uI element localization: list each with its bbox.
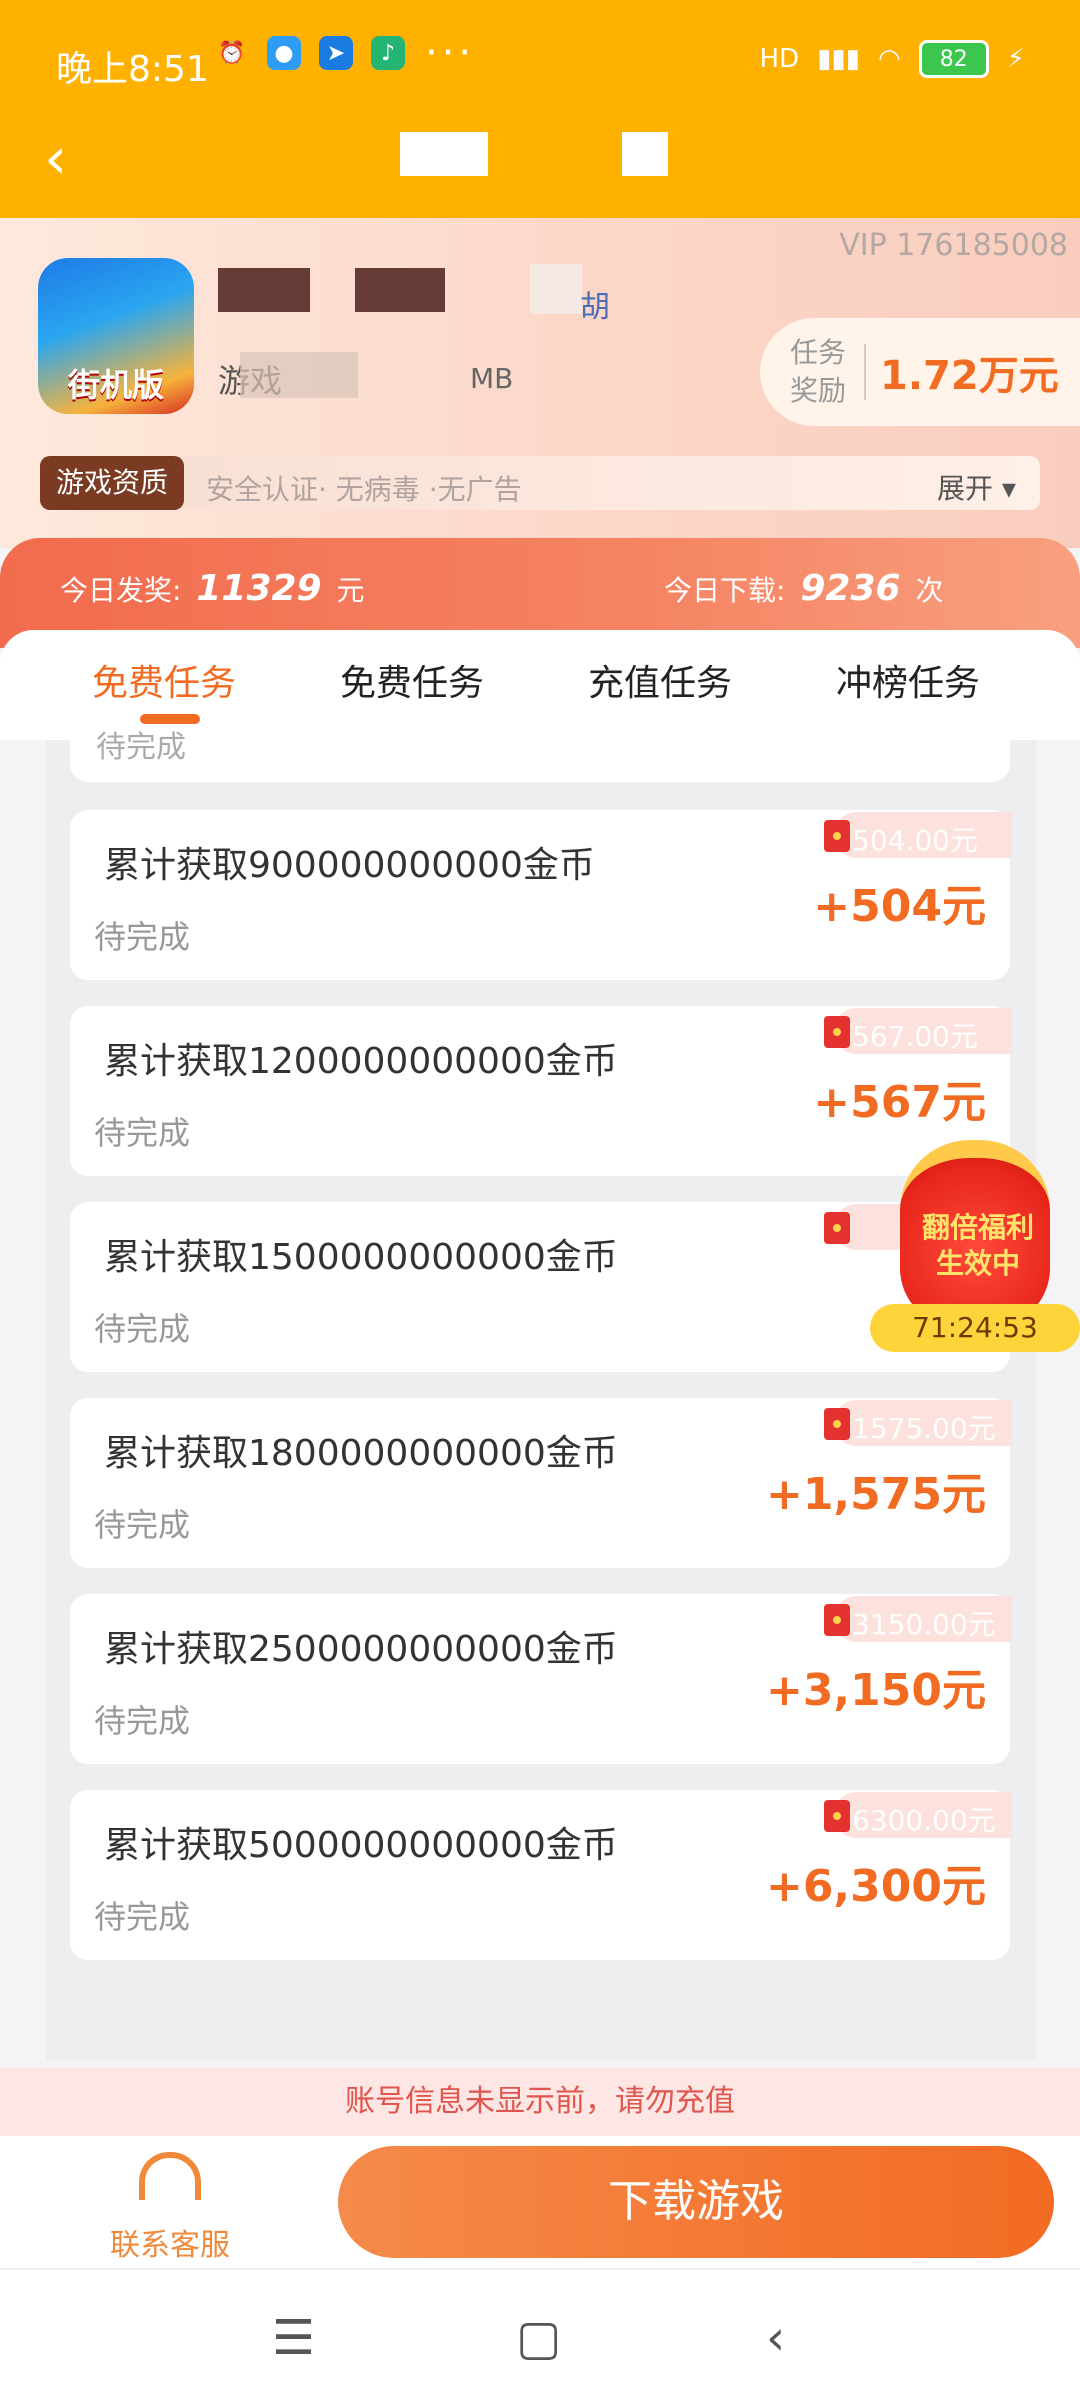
reward-pill: 6300.00元 xyxy=(824,1792,1012,1838)
reward-pill: 1575.00元 xyxy=(824,1400,1012,1446)
task-reward-box: 任务 奖励 1.72万元 xyxy=(760,318,1080,426)
task-title: 累计获取1800000000000金币 xyxy=(104,1433,618,1474)
task-card[interactable]: 累计获取1200000000000金币 待完成 567.00元 +567元 xyxy=(70,1006,1012,1176)
task-status: 待完成 xyxy=(94,1702,191,1740)
task-reward-amount: +1,575元 xyxy=(765,1469,986,1520)
tab-ranking-tasks[interactable]: 冲榜任务 xyxy=(836,654,980,706)
award-label: 今日发奖: xyxy=(60,574,182,607)
notification-app-icon: ♪ xyxy=(371,36,405,70)
task-card[interactable]: 累计获取1500000000000金币 待完成 +7 xyxy=(70,1202,1012,1372)
task-reward-amount: +3,150元 xyxy=(765,1665,986,1716)
award-unit: 元 xyxy=(336,574,365,607)
task-reward-amount: +6,300元 xyxy=(765,1861,986,1912)
expand-button[interactable]: 展开 ▾ xyxy=(937,467,1016,507)
back-icon[interactable]: ‹ xyxy=(766,2310,785,2366)
charging-icon: ⚡ xyxy=(1006,44,1025,74)
game-icon: 街机版 xyxy=(38,258,194,414)
download-unit: 次 xyxy=(915,574,944,607)
game-name-tail: 胡 xyxy=(580,290,610,325)
red-envelope-icon xyxy=(824,820,850,852)
task-card[interactable]: 累计获取5000000000000金币 待完成 6300.00元 +6,300元 xyxy=(70,1790,1012,1960)
reward-divider xyxy=(864,344,866,400)
download-game-button[interactable]: 下载游戏 xyxy=(338,2146,1054,2258)
game-size-unit: MB xyxy=(470,362,514,395)
task-status: 待完成 xyxy=(94,1506,191,1544)
redacted-subtitle xyxy=(240,352,358,398)
more-notifications-icon: ··· xyxy=(425,30,476,76)
status-right: HD ▮▮▮ ◠ 82 ⚡ xyxy=(760,40,1025,78)
task-title: 累计获取1200000000000金币 xyxy=(104,1041,618,1082)
badge-text: 翻倍福利 生效中 xyxy=(921,1211,1034,1280)
vip-id: VIP 176185008 xyxy=(839,228,1068,263)
reward-pill: 567.00元 xyxy=(824,1008,1012,1054)
back-arrow-icon[interactable]: ‹ xyxy=(44,128,92,188)
task-status: 待完成 xyxy=(94,1114,191,1152)
red-envelope-icon xyxy=(824,1016,850,1048)
customer-service-label: 联系客服 xyxy=(110,2228,230,2263)
reward-pill-value: 567.00元 xyxy=(852,1020,978,1053)
menu-icon[interactable]: ☰ xyxy=(272,2310,315,2366)
status-app-icons: ⏰ ● ➤ ♪ xyxy=(215,36,405,70)
qualification-text: 安全认证· 无病毒 ·无广告 xyxy=(206,473,522,506)
red-envelope-icon xyxy=(824,1800,850,1832)
reward-amount: 1.72万元 xyxy=(880,353,1059,399)
download-value: 9236 xyxy=(800,568,901,609)
task-title: 累计获取5000000000000金币 xyxy=(104,1825,618,1866)
task-card[interactable]: 累计获取2500000000000金币 待完成 3150.00元 +3,150元 xyxy=(70,1594,1012,1764)
signal-icon: ▮▮▮ xyxy=(817,44,861,74)
reward-pill-value: 6300.00元 xyxy=(852,1804,996,1837)
chat-app-icon: ● xyxy=(267,36,301,70)
task-reward-amount: +504元 xyxy=(813,881,986,932)
network-label: HD xyxy=(759,44,800,74)
home-square-icon[interactable]: ▢ xyxy=(516,2310,561,2366)
reward-pill: 3150.00元 xyxy=(824,1596,1012,1642)
customer-service-button[interactable]: 联系客服 xyxy=(80,2152,260,2264)
task-status: 待完成 xyxy=(94,918,191,956)
badge-timer: 71:24:53 xyxy=(870,1304,1080,1352)
redacted-name xyxy=(355,268,445,312)
task-reward-amount: +567元 xyxy=(813,1077,986,1128)
send-app-icon: ➤ xyxy=(319,36,353,70)
reward-label: 任务 奖励 xyxy=(790,336,847,407)
redacted-name xyxy=(530,264,582,314)
title-redacted-block xyxy=(400,132,488,176)
alarm-icon: ⏰ xyxy=(218,40,246,66)
system-nav-bar: ☰ ▢ ‹ xyxy=(0,2270,1080,2400)
tab-free-tasks-2[interactable]: 免费任务 xyxy=(340,654,484,706)
qualification-bar[interactable]: 游戏资质 安全认证· 无病毒 ·无广告 展开 ▾ xyxy=(40,456,1040,510)
reward-pill-value: 1575.00元 xyxy=(852,1412,996,1445)
task-card[interactable]: 累计获取1800000000000金币 待完成 1575.00元 +1,575元 xyxy=(70,1398,1012,1568)
award-value: 11329 xyxy=(196,568,322,609)
status-bar: 晚上8:51 ⏰ ● ➤ ♪ ··· HD ▮▮▮ ◠ 82 ⚡ xyxy=(0,0,1080,125)
download-label: 今日下载: xyxy=(664,574,786,607)
status-time: 晚上8:51 xyxy=(56,49,209,90)
red-envelope-icon xyxy=(824,1604,850,1636)
battery-icon: 82 xyxy=(918,40,989,78)
double-bonus-badge[interactable]: 翻倍福利 生效中 71:24:53 xyxy=(870,1140,1080,1355)
reward-pill-value: 504.00元 xyxy=(852,824,978,857)
daily-download-stat: 今日下载: 9236 次 xyxy=(664,568,943,609)
title-redacted-block xyxy=(622,132,668,176)
task-card-partial[interactable]: 待完成 xyxy=(70,730,1010,782)
game-icon-label: 街机版 xyxy=(67,366,164,404)
task-status: 待完成 xyxy=(96,730,186,765)
tab-free-tasks[interactable]: 免费任务 xyxy=(92,654,236,706)
redacted-name xyxy=(218,268,310,312)
recharge-warning: 账号信息未显示前，请勿充值 xyxy=(0,2068,1080,2136)
headset-icon xyxy=(139,2152,201,2200)
task-title: 累计获取2500000000000金币 xyxy=(104,1629,618,1670)
daily-award-stat: 今日发奖: 11329 元 xyxy=(60,568,365,609)
task-card[interactable]: 累计获取900000000000金币 待完成 504.00元 +504元 xyxy=(70,810,1012,980)
wifi-icon: ◠ xyxy=(878,44,901,74)
task-title: 累计获取1500000000000金币 xyxy=(104,1237,618,1278)
reward-pill-value: 3150.00元 xyxy=(852,1608,996,1641)
task-title: 累计获取900000000000金币 xyxy=(104,845,595,886)
task-status: 待完成 xyxy=(94,1310,191,1348)
red-envelope-icon xyxy=(824,1408,850,1440)
tab-recharge-tasks[interactable]: 充值任务 xyxy=(588,654,732,706)
qualification-tag: 游戏资质 xyxy=(40,456,185,510)
red-envelope-icon xyxy=(824,1212,850,1244)
task-status: 待完成 xyxy=(94,1898,191,1936)
reward-pill: 504.00元 xyxy=(824,812,1012,858)
